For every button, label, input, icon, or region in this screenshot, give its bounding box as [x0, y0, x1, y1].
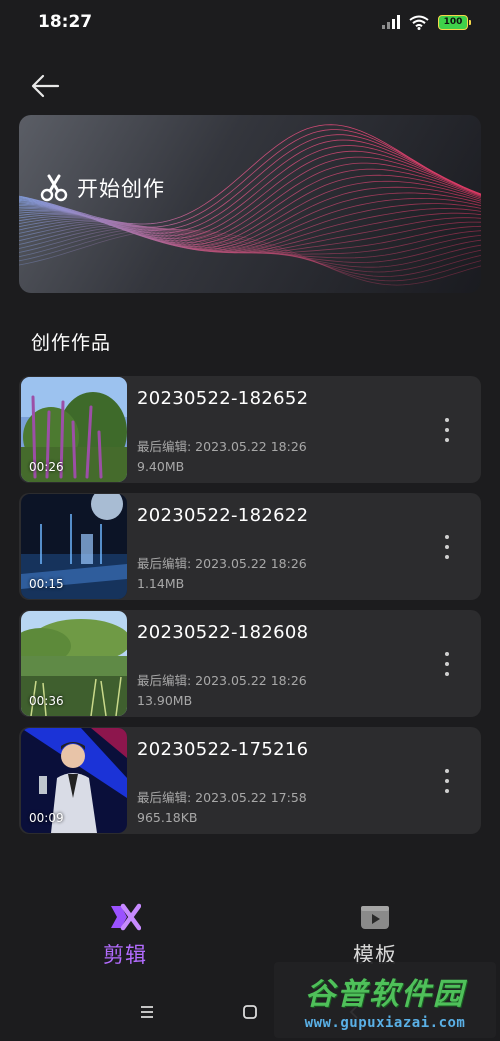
menu-button[interactable] [135, 1000, 159, 1024]
work-file-size: 9.40MB [137, 459, 185, 474]
video-thumbnail: 00:36 [21, 611, 127, 716]
duration-label: 00:09 [29, 811, 64, 825]
wifi-icon [409, 15, 429, 30]
tab-template[interactable]: 模板 [310, 903, 440, 969]
work-title: 20230522-175216 [137, 739, 309, 760]
duration-label: 00:15 [29, 577, 64, 591]
banner-content: 开始创作 [39, 173, 165, 203]
work-edited-time: 最后编辑: 2023.05.22 18:26 [137, 556, 307, 571]
work-item[interactable]: 00:36 20230522-182608 最后编辑: 2023.05.22 1… [19, 610, 481, 717]
signal-icon [382, 15, 400, 29]
work-item[interactable]: 00:26 20230522-182652 最后编辑: 2023.05.22 1… [19, 376, 481, 483]
arrow-left-icon [31, 74, 60, 98]
status-bar: 18:27 100 [0, 0, 500, 44]
work-file-size: 13.90MB [137, 693, 193, 708]
scissors-icon [40, 174, 68, 202]
tab-edit-label: 剪辑 [103, 943, 147, 967]
template-play-icon [361, 906, 389, 929]
work-edited-time: 最后编辑: 2023.05.22 18:26 [137, 673, 307, 688]
works-list: 00:26 20230522-182652 最后编辑: 2023.05.22 1… [19, 376, 481, 844]
work-item[interactable]: 00:15 20230522-182622 最后编辑: 2023.05.22 1… [19, 493, 481, 600]
duration-label: 00:36 [29, 694, 64, 708]
work-title: 20230522-182622 [137, 505, 309, 526]
video-thumbnail: 00:09 [21, 728, 127, 833]
work-edited-time: 最后编辑: 2023.05.22 17:58 [137, 790, 307, 805]
edit-logo-icon [111, 903, 141, 931]
video-thumbnail: 00:15 [21, 494, 127, 599]
watermark-url: www.gupuxiazai.com [304, 1015, 466, 1031]
more-options-button[interactable] [443, 535, 451, 559]
work-file-size: 965.18KB [137, 810, 198, 825]
start-creation-banner[interactable]: 开始创作 [19, 115, 481, 293]
work-edited-time: 最后编辑: 2023.05.22 18:26 [137, 439, 307, 454]
video-thumbnail: 00:26 [21, 377, 127, 482]
work-item[interactable]: 00:09 20230522-175216 最后编辑: 2023.05.22 1… [19, 727, 481, 834]
banner-title: 开始创作 [77, 177, 165, 201]
back-button[interactable] [28, 70, 62, 102]
battery-indicator: 100 [438, 14, 471, 30]
status-icons: 100 [382, 14, 471, 30]
duration-label: 00:26 [29, 460, 64, 474]
watermark-logo: 谷普软件园 www.gupuxiazai.com [274, 962, 496, 1038]
more-options-button[interactable] [443, 418, 451, 442]
watermark-name: 谷普软件园 [305, 977, 465, 1012]
work-file-size: 1.14MB [137, 576, 185, 591]
work-title: 20230522-182652 [137, 388, 309, 409]
more-options-button[interactable] [443, 769, 451, 793]
work-title: 20230522-182608 [137, 622, 309, 643]
home-icon [243, 1005, 257, 1019]
home-button[interactable] [238, 1000, 262, 1024]
section-title: 创作作品 [31, 332, 112, 354]
tab-edit[interactable]: 剪辑 [60, 903, 190, 969]
more-options-button[interactable] [443, 652, 451, 676]
wave-graphic [19, 124, 481, 286]
status-time: 18:27 [38, 12, 93, 32]
menu-icon [141, 1006, 153, 1018]
